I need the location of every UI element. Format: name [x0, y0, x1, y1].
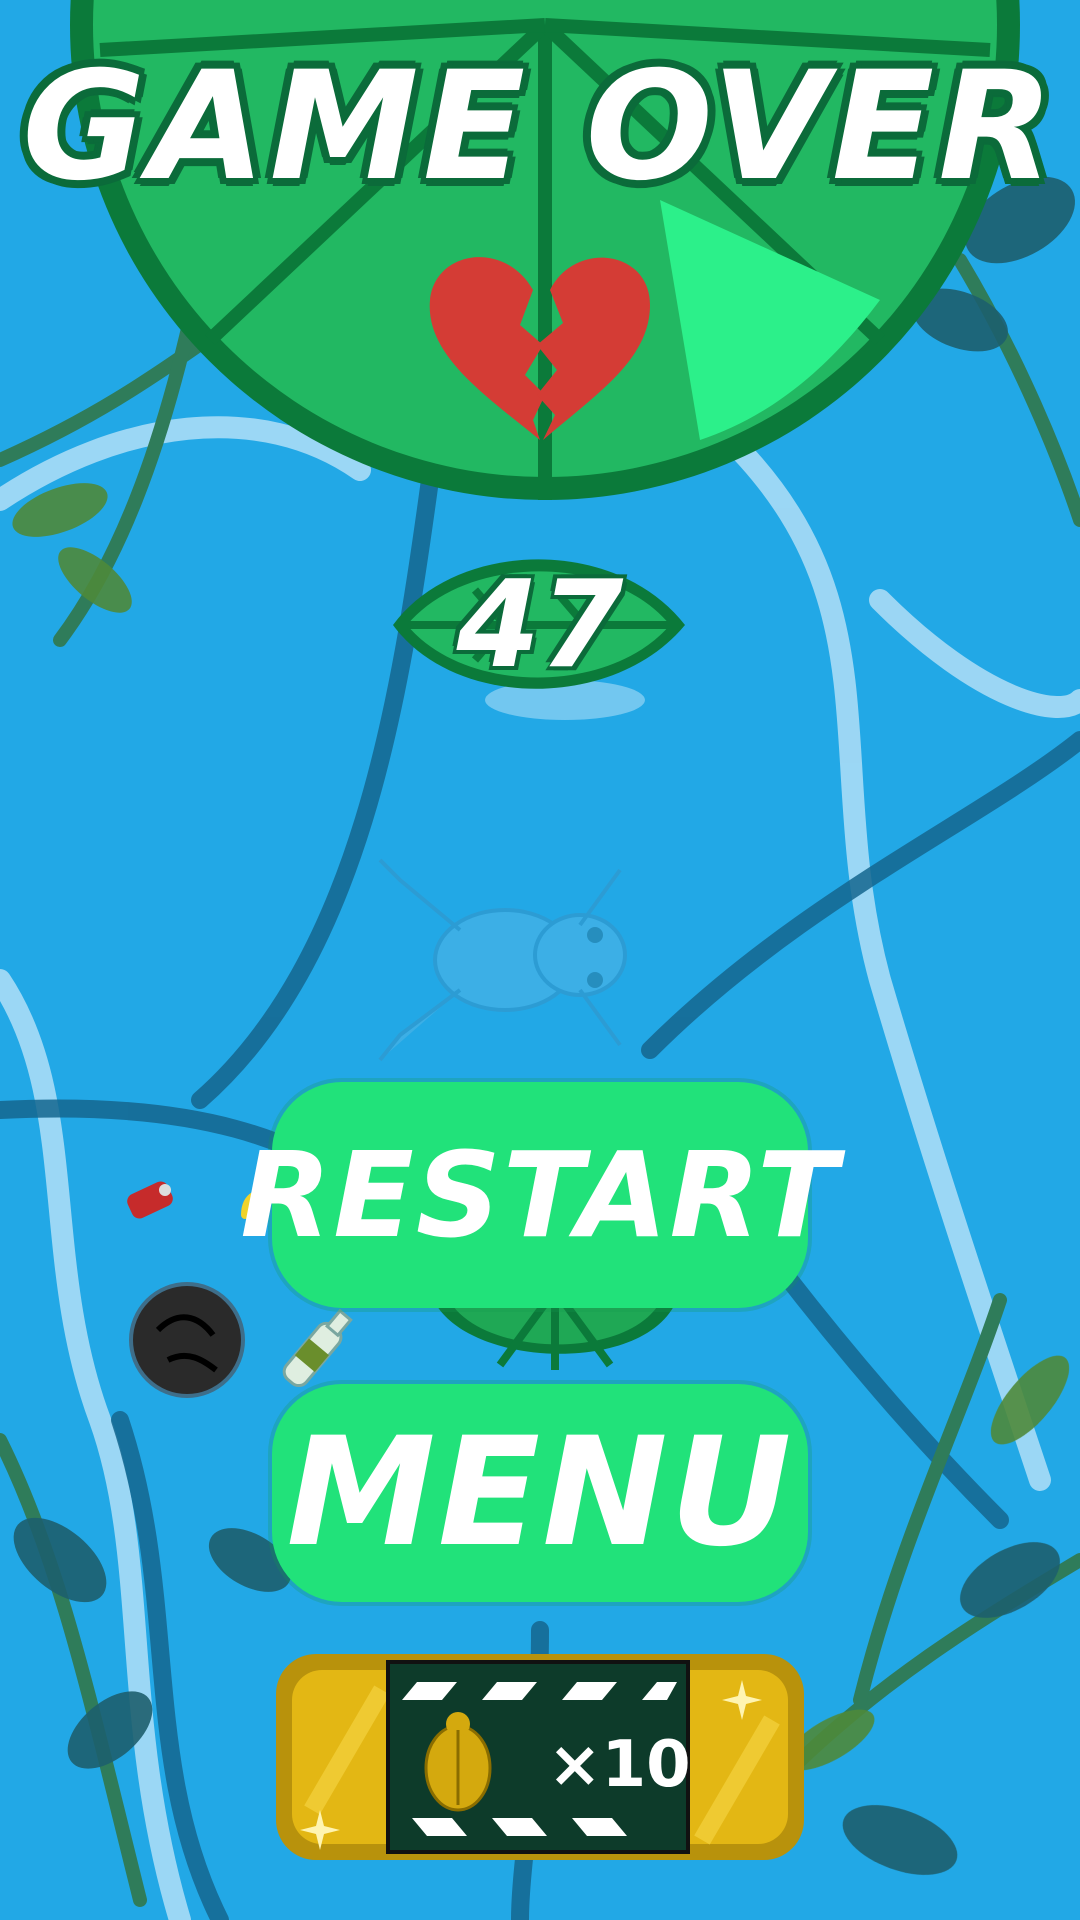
can-icon	[127, 1181, 173, 1219]
trash-bag-icon	[129, 1282, 245, 1398]
frog-icon	[378, 858, 627, 1062]
restart-button[interactable]: RESTART	[240, 1082, 838, 1308]
game-over-title: GAME OVER	[22, 40, 1058, 214]
watch-ad-reward-button[interactable]	[272, 1650, 808, 1864]
broken-heart-icon	[429, 257, 650, 440]
menu-button[interactable]: MENU	[272, 1384, 808, 1602]
final-score: 47	[456, 555, 624, 695]
reward-multiplier: ×10	[548, 1728, 691, 1802]
